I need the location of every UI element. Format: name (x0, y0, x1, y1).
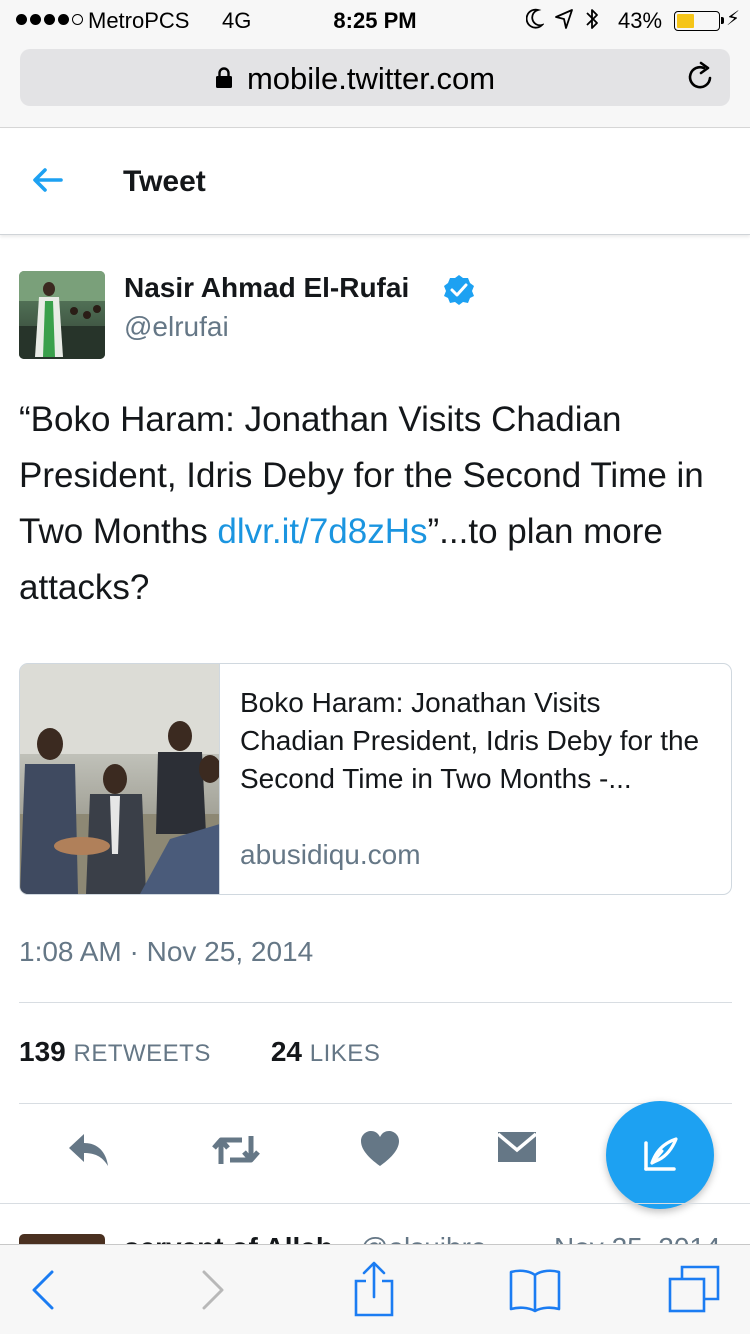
tweet-text: “Boko Haram: Jonathan Visits Chadian Pre… (19, 392, 734, 616)
compose-tweet-button[interactable] (606, 1101, 714, 1209)
compose-feather-icon (644, 1137, 678, 1171)
link-preview-card[interactable]: Boko Haram: Jonathan Visits Chadian Pres… (19, 663, 732, 895)
retweets-stat[interactable]: 139 RETWEETS (19, 1036, 211, 1068)
moon-icon (526, 8, 544, 29)
divider (19, 1103, 732, 1104)
tabs-icon[interactable] (668, 1265, 720, 1313)
direct-message-icon[interactable] (496, 1130, 538, 1164)
battery-fill (677, 14, 695, 28)
back-arrow-icon[interactable] (30, 165, 64, 195)
battery-icon (674, 11, 724, 31)
location-arrow-icon (555, 9, 573, 29)
retweet-icon[interactable] (210, 1130, 262, 1170)
share-icon[interactable] (352, 1261, 396, 1317)
status-bar: MetroPCS 4G 8:25 PM 43% ⚡ (0, 0, 750, 40)
retweets-count: 139 (19, 1036, 66, 1067)
lock-icon (215, 67, 232, 88)
card-title: Boko Haram: Jonathan Visits Chadian Pres… (240, 687, 700, 794)
url-text: mobile.twitter.com (246, 61, 496, 96)
browser-toolbar (0, 1244, 750, 1334)
likes-stat[interactable]: 24 LIKES (271, 1036, 380, 1068)
tweet-timestamp[interactable]: 1:08 AM · Nov 25, 2014 (19, 936, 313, 968)
bluetooth-icon (586, 9, 598, 29)
author-avatar[interactable] (19, 271, 105, 359)
likes-label: LIKES (309, 1040, 381, 1067)
retweets-label: RETWEETS (73, 1040, 211, 1067)
divider (19, 1002, 732, 1003)
bookmarks-icon[interactable] (508, 1267, 562, 1313)
page-title: Tweet (123, 165, 206, 198)
address-bar[interactable]: mobile.twitter.com (20, 49, 730, 106)
tweet-header: Tweet (0, 129, 750, 235)
card-thumbnail-image (20, 664, 220, 894)
next-tweet-preview[interactable]: servant of Allah @alsuibre Nov 25, 2014 (0, 1203, 750, 1247)
card-domain: abusidiqu.com (240, 839, 421, 870)
reload-icon[interactable] (686, 61, 716, 93)
tweet-stats: 139 RETWEETS 24 LIKES (19, 1036, 380, 1068)
author-name[interactable]: Nasir Ahmad El-Rufai (124, 272, 409, 304)
likes-count: 24 (270, 1036, 302, 1067)
author-handle[interactable]: @elrufai (124, 311, 229, 343)
battery-percent: 43% (618, 8, 663, 33)
browser-forward-icon[interactable] (200, 1269, 226, 1311)
browser-chrome: MetroPCS 4G 8:25 PM 43% ⚡ mobile.twitter… (0, 0, 750, 128)
tweet-link[interactable]: dlvr.it/7d8zHs (217, 512, 427, 551)
charging-icon: ⚡ (726, 8, 741, 30)
browser-back-icon[interactable] (30, 1269, 56, 1311)
like-heart-icon[interactable] (360, 1130, 400, 1168)
verified-badge-icon (444, 275, 474, 305)
reply-icon[interactable] (66, 1130, 112, 1170)
